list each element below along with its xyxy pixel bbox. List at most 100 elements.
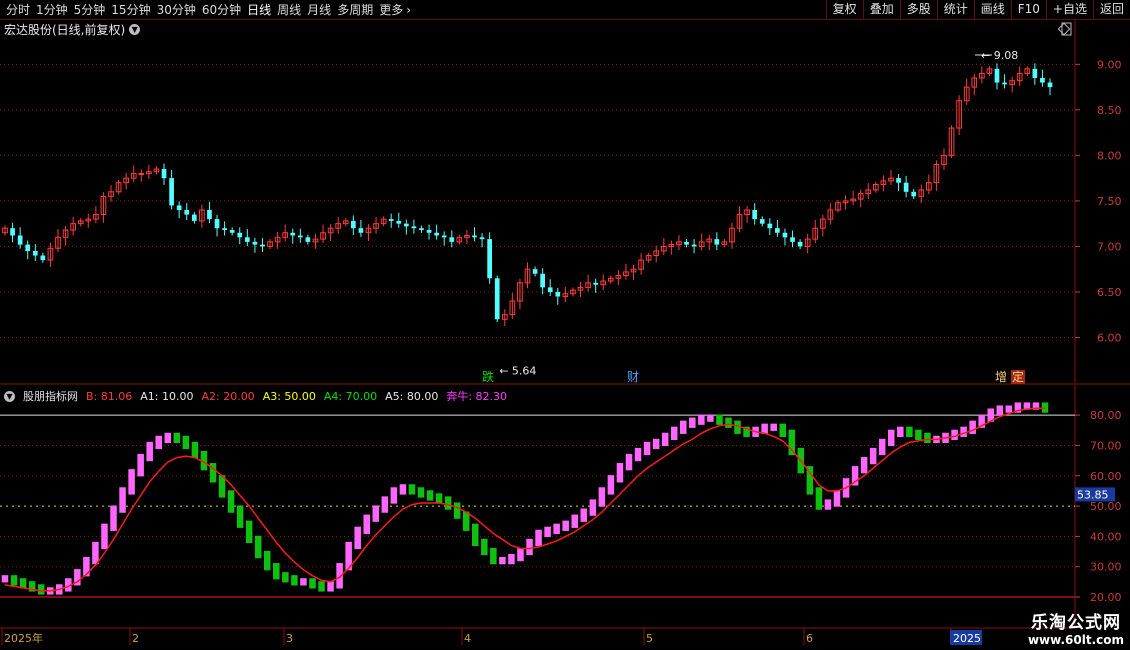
bear-bar: [245, 520, 253, 544]
candle-down: [1040, 77, 1045, 83]
watermark-url: www.60lt.com: [1027, 633, 1124, 647]
candle-down: [32, 250, 38, 256]
bull-bar: [589, 499, 597, 516]
event-mark-die: 跌: [482, 369, 494, 384]
candle-down: [555, 291, 561, 297]
bull-bar: [300, 578, 307, 586]
bull-bar: [544, 526, 551, 537]
bear-bar: [906, 426, 913, 437]
bull-bar: [897, 426, 904, 437]
current-value-label: 53.85: [1077, 488, 1109, 501]
high-price-label: ← 9.08: [981, 49, 1018, 62]
bear-bar: [716, 414, 723, 425]
bull-bar: [888, 429, 895, 447]
indicator-value-a2: A2: 20.00: [201, 389, 255, 403]
price-tick-label: 7.50: [1097, 195, 1122, 208]
bull-bar: [860, 456, 868, 474]
watermark: 乐淘公式网 www.60lt.com: [1028, 608, 1124, 647]
bull-bar: [571, 514, 578, 528]
bull-bar: [354, 526, 361, 550]
candle-down: [426, 230, 432, 233]
candle-down: [161, 169, 167, 179]
bull-bar: [372, 505, 380, 522]
indicator-value-a3: A3: 50.00: [262, 389, 316, 403]
candle-down: [1032, 68, 1038, 78]
indicator-tick-label: 70.00: [1090, 439, 1122, 452]
bull-bar: [770, 423, 777, 431]
bear-bar: [254, 535, 262, 559]
event-mark-zeng: 增: [995, 370, 1007, 384]
chevron-down-icon[interactable]: ▼: [129, 24, 141, 35]
candle-down: [305, 237, 311, 242]
price-axis: 9.00 8.50 8.00 7.50 7.00 6.50 6.00: [1075, 58, 1122, 344]
bear-bar: [227, 490, 235, 513]
bear-bar: [481, 538, 488, 556]
bull-bar: [553, 523, 560, 534]
bear-bar: [191, 441, 199, 459]
bull-bar: [363, 514, 370, 534]
stock-title: 宏达股份(日线,前复权) ▼: [4, 21, 141, 38]
bear-bar: [282, 572, 289, 583]
indicator-value-b: B: 81.06: [86, 389, 133, 403]
candle-down: [487, 239, 492, 279]
indicator-value-a4: A4: 70.00: [323, 389, 378, 403]
candle-down: [759, 219, 765, 224]
bear-bar: [725, 417, 732, 428]
candle-down: [434, 232, 439, 236]
candle-down: [388, 219, 394, 221]
price-tick-label: 7.00: [1097, 240, 1122, 253]
indicator-tick-label: 20.00: [1090, 591, 1122, 604]
bear-bar: [788, 429, 796, 456]
candle-down: [25, 244, 31, 251]
indicator-name[interactable]: 股朋指标网: [23, 388, 78, 404]
bull-bar: [101, 523, 108, 550]
candle-down: [191, 214, 197, 221]
indicator-axis: 80.00 70.00 60.00 50.00 40.00 30.00 20.00 53.85: [1075, 409, 1122, 604]
candle-down: [411, 226, 417, 229]
candle-down: [767, 223, 773, 229]
bear-bar: [915, 429, 922, 441]
candle-down: [691, 244, 697, 247]
event-mark-cai: 财: [627, 370, 639, 384]
bull-bar: [399, 484, 407, 495]
bear-bar: [453, 502, 461, 519]
candle-down: [176, 205, 182, 210]
candle-down: [532, 269, 538, 274]
bull-bar: [164, 432, 172, 444]
candle-down: [229, 230, 235, 233]
bull-bar: [1, 575, 9, 583]
bull-bar: [381, 496, 389, 513]
candle-down: [472, 235, 477, 238]
indicator-value-benniu: 奔牛: 82.30: [446, 390, 508, 403]
indicator-tick-label: 80.00: [1090, 409, 1122, 422]
bear-bar: [472, 523, 479, 547]
kline-chart[interactable]: 9.00 8.50 8.00 7.50 7.00 6.50 6.00 80.00 70.00 6…: [0, 0, 1130, 650]
chevron-down-icon[interactable]: ▼: [4, 390, 15, 402]
bear-bar: [490, 547, 497, 565]
candle-down: [207, 210, 212, 220]
date-label: 2025: [953, 632, 981, 645]
date-label: 2: [132, 632, 139, 645]
price-tick-label: 6.00: [1097, 331, 1122, 344]
bull-bar: [499, 556, 506, 565]
bull-bar: [119, 487, 126, 513]
candle-down: [714, 239, 720, 245]
candle-down: [169, 178, 174, 206]
bull-bar: [625, 453, 633, 471]
bull-bar: [698, 414, 705, 425]
candle-down: [797, 241, 803, 247]
bull-bar: [670, 426, 678, 441]
event-mark-ding: 定: [1012, 369, 1024, 384]
candle-down: [260, 244, 265, 247]
candle-down: [782, 232, 788, 238]
bear-bar: [417, 487, 425, 498]
candle-down: [419, 228, 424, 231]
candle-down: [297, 235, 303, 238]
bull-bar: [652, 438, 660, 450]
bull-bar: [824, 499, 832, 510]
candle-down: [449, 237, 455, 242]
candle-down: [911, 191, 917, 197]
candle-down: [752, 210, 758, 220]
candle-down: [1002, 82, 1007, 85]
indicator-tick-label: 30.00: [1090, 561, 1122, 574]
